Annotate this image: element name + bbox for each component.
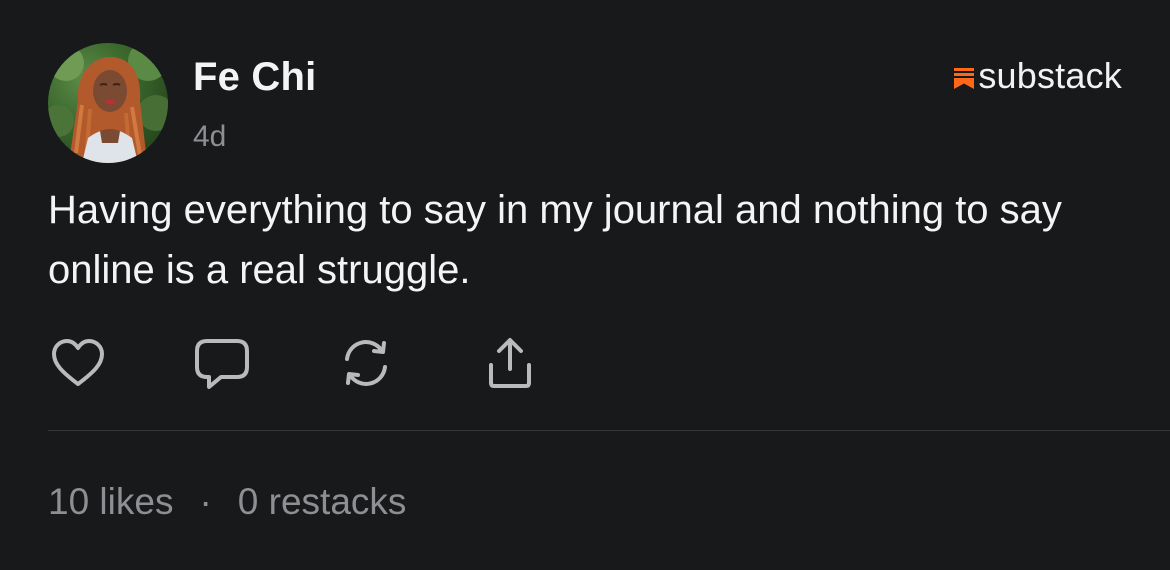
avatar-image bbox=[48, 43, 168, 163]
substack-logo-icon bbox=[954, 68, 975, 89]
share-button[interactable] bbox=[480, 333, 540, 393]
restack-button[interactable] bbox=[336, 333, 396, 393]
author-name[interactable]: Fe Chi bbox=[193, 53, 316, 101]
timestamp: 4d bbox=[193, 120, 227, 153]
comment-icon bbox=[195, 339, 249, 389]
restack-icon bbox=[345, 340, 387, 386]
likes-count[interactable]: 10 likes bbox=[48, 480, 173, 524]
note-body: Having everything to say in my journal a… bbox=[48, 188, 1062, 292]
share-icon bbox=[489, 338, 531, 388]
comment-button[interactable] bbox=[192, 333, 252, 393]
substack-wordmark: substack bbox=[978, 55, 1122, 96]
avatar[interactable] bbox=[48, 43, 168, 163]
divider bbox=[48, 430, 1170, 431]
heart-icon bbox=[52, 339, 104, 386]
substack-logo: substack bbox=[952, 56, 1122, 96]
restacks-count[interactable]: 0 restacks bbox=[238, 480, 407, 524]
note-stats: 10 likes · 0 restacks bbox=[48, 480, 406, 524]
stats-separator: · bbox=[199, 481, 212, 522]
like-button[interactable] bbox=[48, 333, 108, 393]
note-card: Fe Chi 4d substack Having everything to … bbox=[0, 0, 1170, 570]
